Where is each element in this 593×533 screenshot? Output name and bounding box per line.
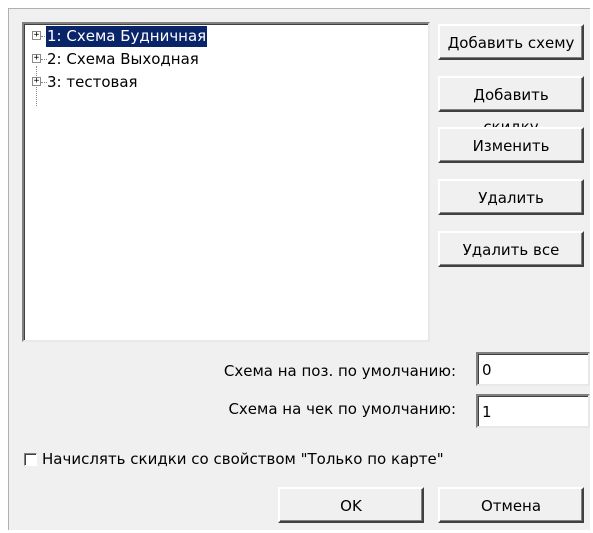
schemes-tree[interactable]: + 1: Схема Будничная + 2: Схема Выходная… [22,22,430,342]
delete-button[interactable]: Удалить [438,179,584,215]
card-only-checkbox-label[interactable]: Начислять скидки со свойством "Только по… [42,450,444,468]
tree-item-label[interactable]: 1: Схема Будничная [46,26,208,47]
add-discount-button[interactable]: Добавить скидку [438,76,584,136]
edit-button[interactable]: Изменить [438,127,584,163]
tree-item-label[interactable]: 3: тестовая [46,72,139,93]
ok-button[interactable]: OK [278,487,424,523]
tree-lines [36,66,37,106]
default-position-scheme-label: Схема на поз. по умолчанию: [223,362,456,380]
tree-item-label[interactable]: 2: Схема Выходная [46,49,200,70]
delete-all-button[interactable]: Удалить все [438,231,584,267]
expand-icon[interactable]: + [32,77,41,86]
expand-icon[interactable]: + [32,31,41,40]
default-receipt-scheme-label: Схема на чек по умолчанию: [228,400,456,418]
expand-icon[interactable]: + [32,54,41,63]
card-only-checkbox[interactable] [24,453,37,466]
cancel-button[interactable]: Отмена [438,487,584,523]
default-position-scheme-input[interactable]: 0 [476,352,590,386]
add-scheme-button[interactable]: Добавить схему [438,24,584,60]
default-receipt-scheme-input[interactable]: 1 [476,394,590,428]
